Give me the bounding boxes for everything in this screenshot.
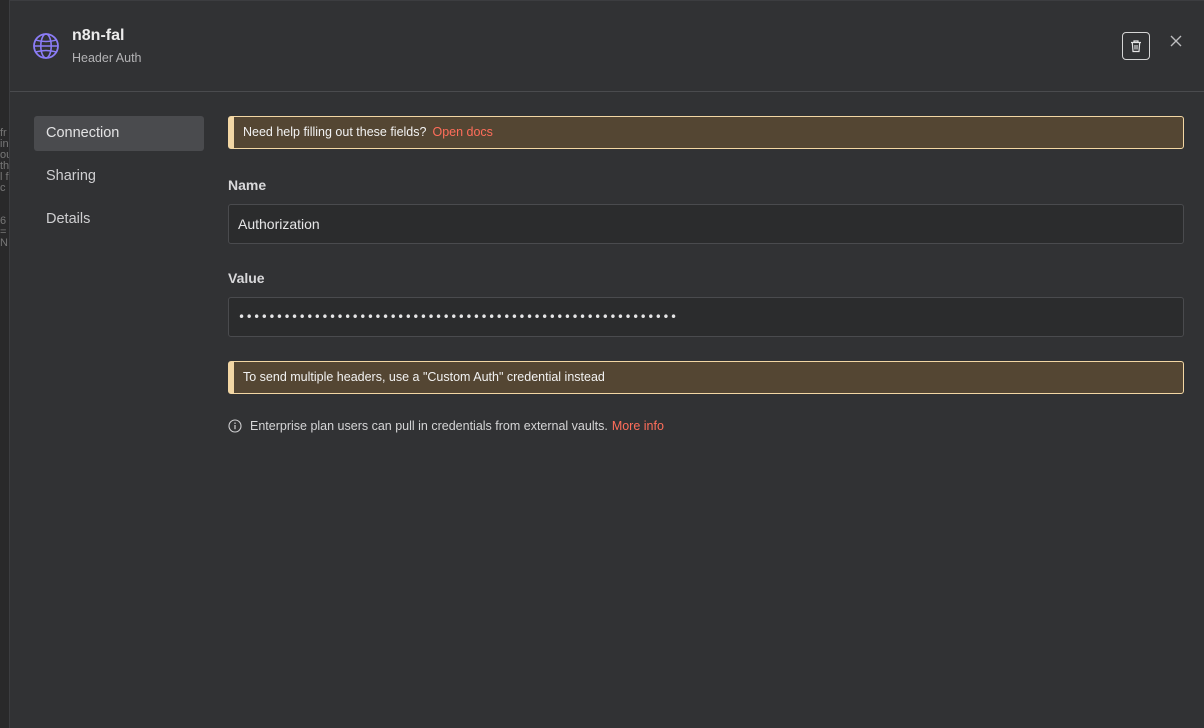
name-input[interactable] [228, 204, 1184, 244]
globe-icon [33, 33, 59, 59]
custom-auth-notice: To send multiple headers, use a "Custom … [228, 361, 1184, 394]
credential-title: n8n-fal [72, 27, 125, 44]
external-vaults-text: Enterprise plan users can pull in creden… [250, 419, 608, 433]
modal-sidebar: Connection Sharing Details [34, 116, 204, 245]
info-icon [228, 419, 242, 433]
name-field-label: Name [228, 177, 267, 193]
modal-header: n8n-fal Header Auth [10, 1, 1204, 92]
sidebar-item-sharing[interactable]: Sharing [34, 159, 204, 194]
custom-auth-notice-text: To send multiple headers, use a "Custom … [243, 370, 605, 384]
value-input[interactable] [228, 297, 1184, 337]
value-field-label: Value [228, 270, 265, 286]
help-notice: Need help filling out these fields? Open … [228, 116, 1184, 149]
more-info-link[interactable]: More info [612, 419, 664, 433]
sidebar-item-connection[interactable]: Connection [34, 116, 204, 151]
delete-button[interactable] [1122, 32, 1150, 60]
credential-type: Header Auth [72, 51, 142, 65]
close-button[interactable] [1168, 33, 1184, 49]
external-vaults-info: Enterprise plan users can pull in creden… [228, 417, 1184, 435]
open-docs-link[interactable]: Open docs [432, 125, 492, 139]
sidebar-item-details[interactable]: Details [34, 202, 204, 237]
help-notice-text: Need help filling out these fields? [243, 125, 427, 139]
close-icon [1170, 35, 1182, 47]
connection-panel: Need help filling out these fields? Open … [228, 116, 1184, 435]
trash-icon [1131, 40, 1141, 53]
credential-modal: n8n-fal Header Auth Connection Sharing D… [9, 0, 1204, 728]
